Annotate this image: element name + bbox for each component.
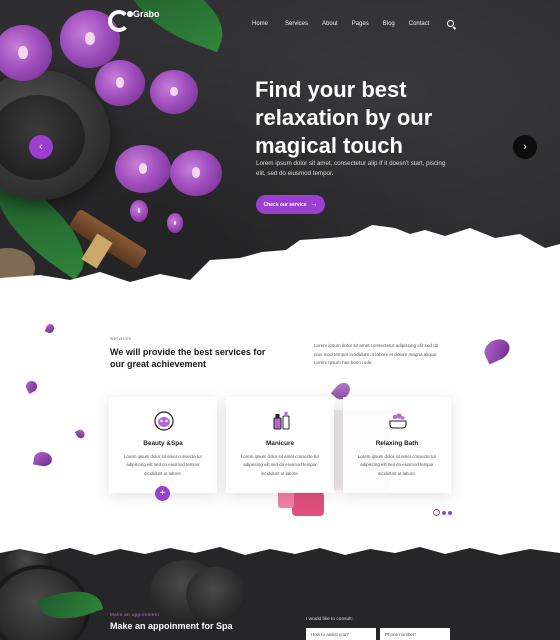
add-button[interactable]: + [155,486,170,501]
nav-item-pages[interactable]: Pages [352,21,369,27]
torn-edge-divider [0,545,560,555]
consult-label: I would like to consult: [306,617,353,622]
arrow-right-icon: → [310,201,318,208]
card-text: Lorem ipsum dolor sit amet consecte tur … [357,454,437,476]
carousel-dot-active[interactable] [433,509,440,516]
nav-item-services[interactable]: Services [285,21,308,27]
services-heading: We will provide the best services for ou… [110,347,266,369]
logo-text: Grabo [133,9,160,19]
appointment-title: Make an appoinment for Spa [110,621,233,631]
service-card-bath[interactable]: Relaxing Bath Lorem ipsum dolor sit amet… [343,397,451,493]
carousel-dot[interactable] [448,510,452,515]
card-title: Relaxing Bath [375,440,419,447]
nav-item-home[interactable]: Home [252,21,268,27]
card-title: Beauty &Spa [143,440,183,447]
slider-next-button[interactable]: › [513,135,537,159]
petal-image [44,322,56,335]
assist-select[interactable]: How to assist you? [306,628,376,640]
chevron-right-icon: › [523,141,527,153]
bottle-image [292,492,324,516]
nav-item-blog[interactable]: Blog [383,21,395,27]
petal-image [23,378,40,395]
services-eyebrow: Services [110,336,132,341]
logo-icon [108,10,133,32]
stone-image [186,567,246,622]
orchid-image [95,60,145,106]
card-text: Lorem ipsum dolor sit amet consecte tur … [123,454,203,476]
torn-edge-divider [0,225,560,300]
petal-image [74,428,87,440]
face-mask-icon [154,411,174,431]
check-service-label: Check our service [263,201,307,208]
chevron-left-icon: ‹ [39,141,43,153]
main-nav: Home Services About Pages Blog Contact [252,20,455,27]
orchid-bud-image [130,200,148,222]
card-text: Lorem ipsum dolor sit amet consecte tur … [240,454,320,476]
carousel-dot[interactable] [442,510,446,515]
phone-input[interactable]: Phone number* [380,628,450,640]
card-title: Manicure [265,440,295,447]
hero-title: Find your best relaxation by our magical… [255,77,433,158]
logo[interactable]: Grabo [108,9,160,32]
check-service-button[interactable]: Check our service → [256,195,325,214]
appointment-eyebrow: Make an appoinment [110,612,160,617]
nail-polish-icon [273,412,290,430]
nav-item-contact[interactable]: Contact [409,21,430,27]
petal-image [480,335,514,365]
hero-section: ‹ › Grabo Home Services About Pages Blog… [0,0,560,300]
nav-item-about[interactable]: About [322,21,338,27]
orchid-image [170,150,222,196]
search-icon[interactable] [447,20,455,27]
orchid-image [115,145,171,193]
hero-subtitle: Lorem ipsum dolor sit amet, consectetur … [256,160,446,177]
service-card-manicure[interactable]: Manicure Lorem ipsum dolor sit amet cons… [226,397,334,493]
slider-prev-button[interactable]: ‹ [29,135,53,159]
petal-image [32,450,54,468]
bathtub-icon [389,413,407,429]
service-card-beauty[interactable]: Beauty &Spa Lorem ipsum dolor sit amet c… [109,397,217,493]
services-intro: Lorem ipsum dolor sit amet consectetur a… [314,343,439,366]
carousel-dots [433,509,454,516]
orchid-image [150,70,198,114]
